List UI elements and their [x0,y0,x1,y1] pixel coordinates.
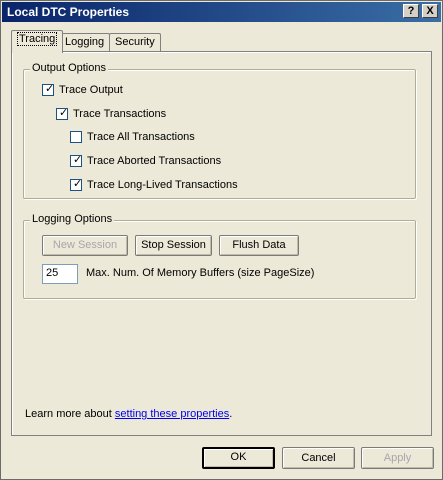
trace-aborted-transactions-checkbox[interactable]: ✓ [70,154,83,167]
flush-data-button[interactable]: Flush Data [219,235,299,256]
trace-aborted-transactions-row[interactable]: ✓ Trace Aborted Transactions [70,154,222,167]
trace-transactions-checkbox[interactable]: ✓ [56,107,69,120]
trace-transactions-label: Trace Transactions [73,108,167,120]
title-bar[interactable]: Local DTC Properties ? X [2,2,441,22]
cancel-button[interactable]: Cancel [282,447,355,469]
trace-output-label: Trace Output [59,84,123,96]
logging-options-legend: Logging Options [30,213,115,225]
tab-security[interactable]: Security [109,33,161,52]
tab-tracing[interactable]: Tracing [11,30,64,53]
help-button[interactable]: ? [403,4,419,18]
learn-more-link[interactable]: setting these properties [115,408,229,420]
trace-long-lived-transactions-row[interactable]: ✓ Trace Long-Lived Transactions [70,178,238,191]
trace-output-checkbox[interactable]: ✓ [42,83,55,96]
check-icon: ✓ [45,83,55,95]
window-title: Local DTC Properties [7,5,130,19]
learn-more-text: Learn more about setting these propertie… [25,408,233,420]
trace-transactions-row[interactable]: ✓ Trace Transactions [56,107,167,120]
trace-aborted-transactions-label: Trace Aborted Transactions [87,155,222,167]
close-button[interactable]: X [422,4,438,18]
trace-all-transactions-checkbox[interactable] [70,131,82,143]
tab-logging[interactable]: Logging [59,33,111,52]
check-icon: ✓ [59,107,69,119]
new-session-button[interactable]: New Session [42,235,128,256]
ok-button[interactable]: OK [202,447,275,469]
stop-session-button[interactable]: Stop Session [135,235,212,256]
output-options-group: Output Options ✓ Trace Output ✓ Trace Tr… [23,62,416,199]
dialog-window: Local DTC Properties ? X Tracing Logging… [0,0,443,480]
apply-button[interactable]: Apply [361,447,434,469]
trace-all-transactions-row[interactable]: Trace All Transactions [70,131,195,143]
check-icon: ✓ [73,154,83,166]
output-options-legend: Output Options [30,62,108,74]
trace-long-lived-transactions-checkbox[interactable]: ✓ [70,178,83,191]
check-icon: ✓ [73,178,83,190]
logging-options-group: Logging Options New Session Stop Session… [23,213,416,299]
memory-buffers-input[interactable]: 25 [42,264,78,284]
tab-panel-tracing: Output Options ✓ Trace Output ✓ Trace Tr… [11,51,432,436]
trace-output-row[interactable]: ✓ Trace Output [42,83,123,96]
trace-long-lived-transactions-label: Trace Long-Lived Transactions [87,179,238,191]
memory-buffers-label: Max. Num. Of Memory Buffers (size PageSi… [86,267,315,279]
trace-all-transactions-label: Trace All Transactions [87,131,195,143]
